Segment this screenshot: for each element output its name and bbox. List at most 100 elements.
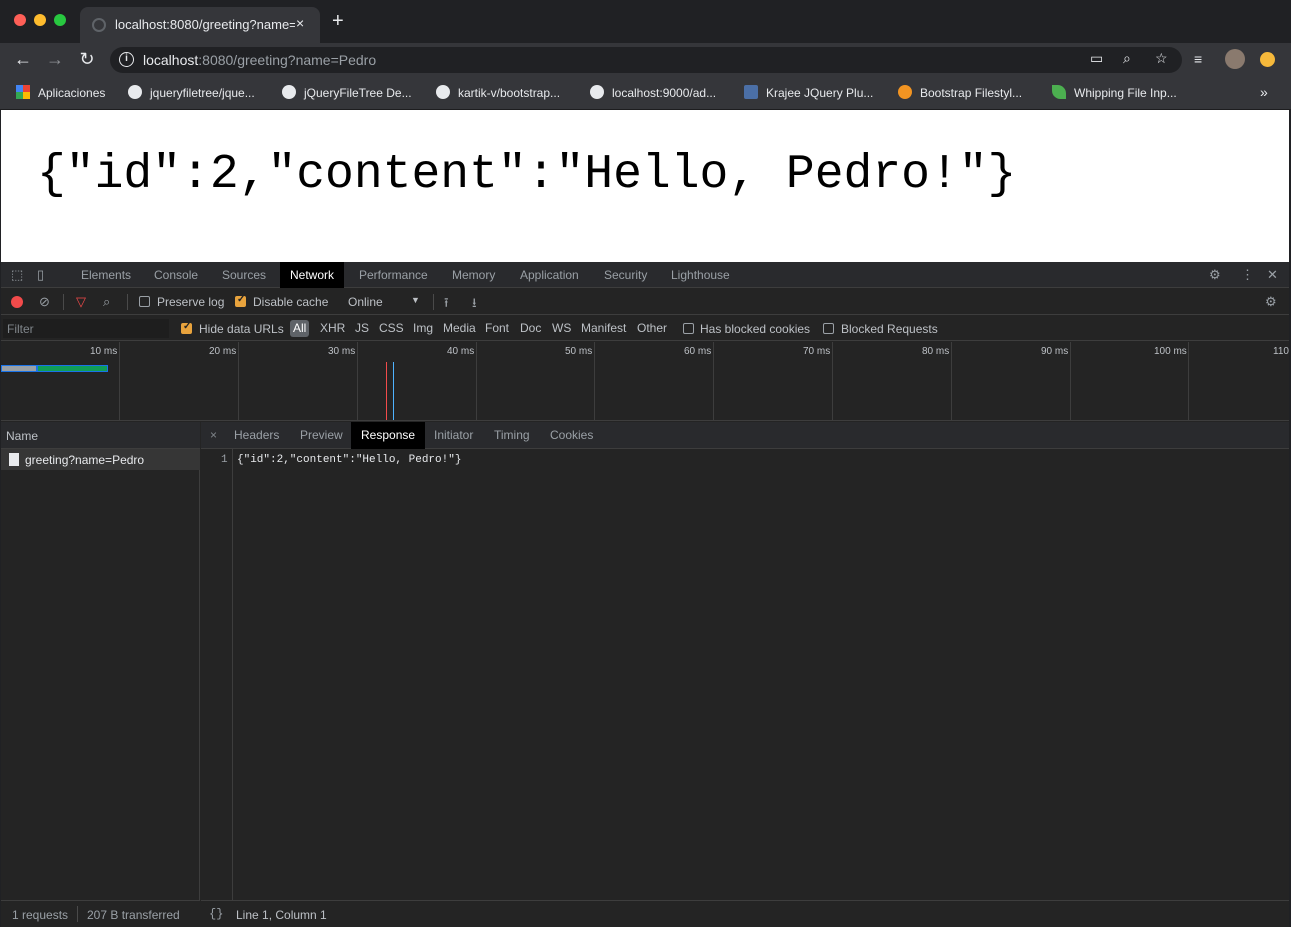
url-path: :8080/greeting?name=Pedro bbox=[198, 52, 377, 68]
hide-data-urls-checkbox[interactable] bbox=[181, 321, 192, 334]
record-button[interactable] bbox=[11, 296, 23, 308]
type-filter-all[interactable]: All bbox=[290, 320, 310, 337]
info-icon[interactable]: i bbox=[119, 52, 134, 67]
type-filter-xhr[interactable]: XHR bbox=[317, 320, 348, 337]
tab-application[interactable]: Application bbox=[510, 262, 589, 288]
tab-console[interactable]: Console bbox=[144, 262, 208, 288]
line-number-gutter: 1 bbox=[201, 449, 233, 900]
globe-icon bbox=[92, 18, 106, 32]
type-filter-other[interactable]: Other bbox=[634, 320, 670, 337]
inspect-element-icon[interactable]: ⬚ bbox=[11, 267, 23, 283]
close-detail-icon[interactable]: × bbox=[210, 428, 217, 442]
tab-elements[interactable]: Elements bbox=[71, 262, 141, 288]
tab-lighthouse[interactable]: Lighthouse bbox=[661, 262, 740, 288]
bookmark-item[interactable]: jQueryFileTree De... bbox=[282, 84, 412, 102]
more-options-icon[interactable]: ⋮ bbox=[1241, 267, 1254, 283]
bookmark-item[interactable]: Aplicaciones bbox=[16, 84, 105, 102]
response-body[interactable]: {"id":2,"content":"Hello, Pedro!"} bbox=[237, 454, 461, 466]
pretty-print-button[interactable]: {} bbox=[209, 907, 223, 921]
close-window-button[interactable] bbox=[14, 14, 26, 26]
timeline-label: 30 ms bbox=[328, 346, 356, 357]
device-toolbar-icon[interactable]: ▯ bbox=[37, 267, 44, 283]
blocked-requests-checkbox[interactable] bbox=[823, 323, 834, 334]
type-filter-css[interactable]: CSS bbox=[376, 320, 407, 337]
type-filter-ws[interactable]: WS bbox=[549, 320, 574, 337]
json-response-text: {"id":2,"content":"Hello, Pedro!"} bbox=[37, 148, 1017, 202]
forward-arrow-icon[interactable]: → bbox=[44, 48, 66, 70]
profile-avatar[interactable] bbox=[1225, 49, 1245, 69]
type-filter-manifest[interactable]: Manifest bbox=[578, 320, 629, 337]
browser-tab[interactable]: localhost:8080/greeting?name=Pedro × bbox=[80, 7, 320, 43]
minimize-window-button[interactable] bbox=[34, 14, 46, 26]
network-settings-gear-icon[interactable]: ⚙ bbox=[1265, 294, 1277, 310]
github-icon bbox=[128, 85, 142, 99]
network-timeline-overview[interactable]: 10 ms 20 ms 30 ms 40 ms 50 ms 60 ms 70 m… bbox=[1, 342, 1289, 421]
tab-performance[interactable]: Performance bbox=[349, 262, 438, 288]
type-filter-font[interactable]: Font bbox=[482, 320, 512, 337]
request-row[interactable]: greeting?name=Pedro bbox=[1, 449, 200, 470]
tab-cookies[interactable]: Cookies bbox=[540, 422, 603, 449]
tab-memory[interactable]: Memory bbox=[442, 262, 505, 288]
search-icon[interactable]: ⌕ bbox=[103, 294, 110, 310]
timeline-label: 10 ms bbox=[90, 346, 118, 357]
tab-close-icon[interactable]: × bbox=[296, 15, 304, 31]
more-bookmarks-button[interactable]: » bbox=[1260, 84, 1268, 100]
bookmark-item[interactable]: Krajee JQuery Plu... bbox=[744, 84, 873, 102]
timeline-label: 40 ms bbox=[447, 346, 475, 357]
tab-timing[interactable]: Timing bbox=[484, 422, 540, 449]
devtools-tab-bar: ⬚ ▯ Elements Console Sources Network Per… bbox=[1, 262, 1289, 288]
bookmark-label: Whipping File Inp... bbox=[1074, 86, 1177, 100]
zoom-icon[interactable]: ⌕ bbox=[1123, 50, 1131, 67]
type-filter-js[interactable]: JS bbox=[352, 320, 372, 337]
tab-network[interactable]: Network bbox=[280, 262, 345, 288]
name-column-header[interactable]: Name bbox=[1, 422, 200, 449]
has-blocked-cookies-checkbox[interactable] bbox=[683, 323, 694, 334]
timeline-label: 70 ms bbox=[803, 346, 831, 357]
bookmark-item[interactable]: kartik-v/bootstrap... bbox=[436, 84, 560, 102]
github-icon bbox=[436, 85, 450, 99]
close-devtools-icon[interactable]: ✕ bbox=[1267, 267, 1278, 283]
back-arrow-icon[interactable]: ← bbox=[12, 48, 34, 70]
timeline-gridline bbox=[476, 342, 477, 420]
bookmark-label: kartik-v/bootstrap... bbox=[458, 86, 561, 100]
address-bar[interactable]: i localhost:8080/greeting?name=Pedro ▭ ⌕… bbox=[110, 47, 1182, 73]
export-har-icon[interactable]: ⭳ bbox=[472, 294, 477, 316]
response-status-bar: {} Line 1, Column 1 bbox=[201, 900, 1289, 927]
url-host: localhost bbox=[143, 52, 199, 68]
orange-icon bbox=[898, 85, 912, 99]
timeline-label: 60 ms bbox=[684, 346, 712, 357]
bookmark-item[interactable]: jqueryfiletree/jque... bbox=[128, 84, 255, 102]
import-har-icon[interactable]: ⭱ bbox=[444, 294, 449, 316]
tab-response[interactable]: Response bbox=[351, 422, 426, 449]
reload-icon[interactable]: ↻ bbox=[76, 48, 98, 70]
bookmark-item[interactable]: Whipping File Inp... bbox=[1052, 84, 1177, 102]
disable-cache-checkbox[interactable] bbox=[235, 294, 246, 307]
extension-icon[interactable] bbox=[1260, 52, 1275, 67]
timeline-gridline bbox=[238, 342, 239, 420]
page-content: {"id":2,"content":"Hello, Pedro!"} bbox=[1, 110, 1289, 262]
filter-icon[interactable]: ▽ bbox=[76, 294, 86, 310]
bookmark-star-icon[interactable]: ☆ bbox=[1155, 50, 1168, 67]
cast-icon[interactable]: ▭ bbox=[1090, 50, 1103, 67]
tab-preview[interactable]: Preview bbox=[290, 422, 353, 449]
type-filter-media[interactable]: Media bbox=[440, 320, 479, 337]
type-filter-img[interactable]: Img bbox=[410, 320, 436, 337]
filter-input[interactable] bbox=[3, 319, 169, 338]
type-filter-doc[interactable]: Doc bbox=[517, 320, 544, 337]
settings-gear-icon[interactable]: ⚙ bbox=[1209, 267, 1221, 283]
clear-icon[interactable]: ⊘ bbox=[39, 294, 50, 310]
network-summary-bar: 1 requests 207 B transferred bbox=[1, 900, 200, 927]
maximize-window-button[interactable] bbox=[54, 14, 66, 26]
bookmark-item[interactable]: localhost:9000/ad... bbox=[590, 84, 716, 102]
throttling-select[interactable]: Online bbox=[348, 295, 383, 309]
tab-headers[interactable]: Headers bbox=[224, 422, 289, 449]
tab-initiator[interactable]: Initiator bbox=[424, 422, 483, 449]
preserve-log-checkbox[interactable] bbox=[139, 296, 150, 307]
new-tab-button[interactable]: + bbox=[332, 11, 344, 31]
bookmark-item[interactable]: Bootstrap Filestyl... bbox=[898, 84, 1022, 102]
tab-security[interactable]: Security bbox=[594, 262, 657, 288]
reading-list-icon[interactable]: ≡ bbox=[1194, 51, 1202, 67]
chevron-down-icon[interactable]: ▼ bbox=[411, 295, 420, 305]
tab-sources[interactable]: Sources bbox=[212, 262, 276, 288]
url-text[interactable]: localhost:8080/greeting?name=Pedro bbox=[143, 52, 376, 68]
